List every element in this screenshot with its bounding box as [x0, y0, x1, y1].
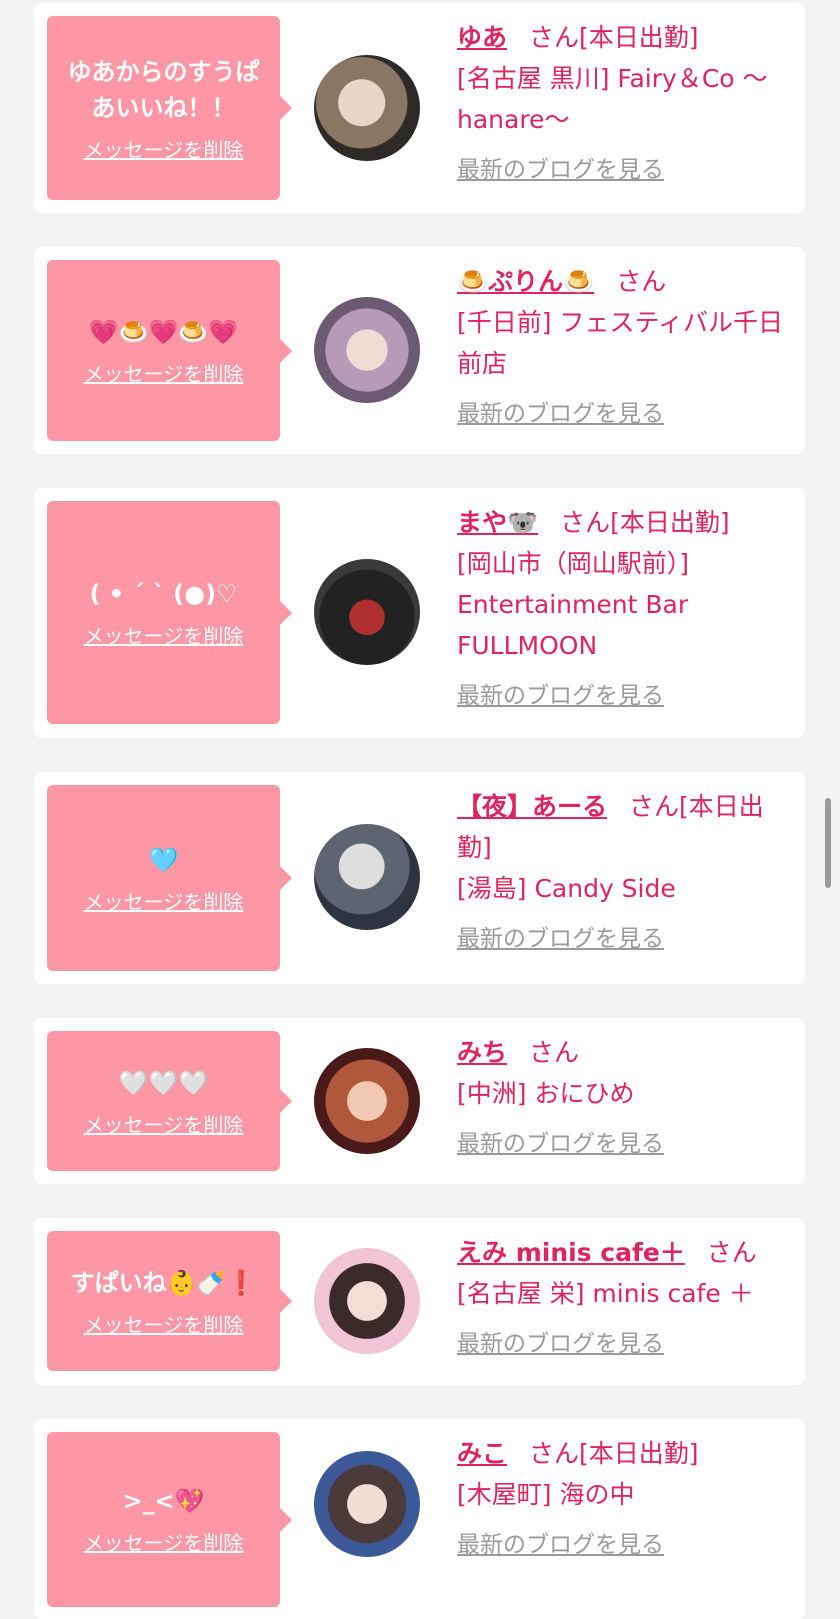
favorite-card: >_<💖 メッセージを削除 みこ さん[本日出勤] [木屋町] 海の中 最新のブロ…	[34, 1419, 805, 1619]
cast-name-link[interactable]: まや🐨	[457, 508, 538, 537]
cast-info: まや🐨 さん[本日出勤] [岡山市（岡山駅前）] Entertainment Ba…	[457, 502, 792, 717]
message-bubble: >_<💖 メッセージを削除	[47, 1432, 292, 1607]
avatar[interactable]	[314, 559, 420, 665]
shop-name: [千日前] フェスティバル千日前店	[457, 308, 783, 378]
cast-info: ゆあ さん[本日出勤] [名古屋 黒川] Fairy＆Co 〜hanare〜 最新…	[457, 17, 792, 191]
honorific: さん	[616, 267, 667, 296]
message-text: 🩵	[148, 845, 179, 874]
shop-name: [名古屋 栄] minis cafe ＋	[457, 1279, 754, 1308]
honorific: さん	[629, 792, 680, 821]
shop-name: [木屋町] 海の中	[457, 1480, 635, 1509]
favorite-card: ゆあからのすうぱあいいね！！ メッセージを削除 ゆあ さん[本日出勤] [名古屋 …	[34, 3, 805, 213]
favorite-card: 💗🍮💗🍮💗 メッセージを削除 🍮ぷりん🍮 さん [千日前] フェスティバル千日前店…	[34, 247, 805, 454]
latest-blog-link[interactable]: 最新のブログを見る	[457, 1124, 792, 1165]
delete-message-link[interactable]: メッセージを削除	[84, 134, 244, 163]
delete-message-link[interactable]: メッセージを削除	[84, 1309, 244, 1338]
favorite-card: 🤍🤍🤍 メッセージを削除 みち さん [中洲] おにひめ 最新のブログを見る	[34, 1018, 805, 1184]
cast-info: みち さん [中洲] おにひめ 最新のブログを見る	[457, 1032, 792, 1165]
status-badge: [本日出勤]	[610, 508, 730, 537]
cast-name-link[interactable]: 【夜】あーる	[457, 792, 607, 821]
message-text: ゆあからのすうぱあいいね！！	[67, 57, 260, 122]
cast-info: 【夜】あーる さん[本日出勤] [湯島] Candy Side 最新のブログを見る	[457, 786, 792, 960]
cast-info: みこ さん[本日出勤] [木屋町] 海の中 最新のブログを見る	[457, 1433, 792, 1566]
latest-blog-link[interactable]: 最新のブログを見る	[457, 676, 792, 717]
cast-info: えみ minis cafe＋ さん [名古屋 栄] minis cafe ＋ 最新…	[457, 1232, 792, 1365]
message-text: すぱいね👶🍼❗	[70, 1268, 257, 1297]
cast-info: 🍮ぷりん🍮 さん [千日前] フェスティバル千日前店 最新のブログを見る	[457, 261, 792, 435]
latest-blog-link[interactable]: 最新のブログを見る	[457, 919, 792, 960]
avatar[interactable]	[314, 55, 420, 161]
shop-name: [名古屋 黒川] Fairy＆Co 〜hanare〜	[457, 64, 768, 134]
honorific: さん	[560, 508, 611, 537]
shop-name: [中洲] おにひめ	[457, 1079, 635, 1108]
avatar[interactable]	[314, 1048, 420, 1154]
delete-message-link[interactable]: メッセージを削除	[84, 1109, 244, 1138]
honorific: さん	[529, 23, 580, 52]
message-bubble: 💗🍮💗🍮💗 メッセージを削除	[47, 260, 292, 441]
status-badge: [本日出勤]	[579, 1439, 699, 1468]
cast-name-link[interactable]: みち	[457, 1038, 507, 1067]
message-bubble: ゆあからのすうぱあいいね！！ メッセージを削除	[47, 16, 292, 200]
cast-name-link[interactable]: えみ minis cafe＋	[457, 1238, 685, 1267]
shop-name: [岡山市（岡山駅前）] Entertainment Bar FULLMOON	[457, 549, 690, 660]
message-text: 🤍🤍🤍	[118, 1068, 209, 1097]
avatar[interactable]	[314, 824, 420, 930]
message-bubble: 🤍🤍🤍 メッセージを削除	[47, 1031, 292, 1171]
honorific: さん	[529, 1038, 580, 1067]
favorite-card: すぱいね👶🍼❗ メッセージを削除 えみ minis cafe＋ さん [名古屋 栄…	[34, 1218, 805, 1385]
favorite-card: 🩵 メッセージを削除 【夜】あーる さん[本日出勤] [湯島] Candy Sid…	[34, 772, 805, 984]
message-text: >_<💖	[122, 1487, 205, 1515]
cast-name-link[interactable]: ゆあ	[457, 23, 507, 52]
latest-blog-link[interactable]: 最新のブログを見る	[457, 394, 792, 435]
delete-message-link[interactable]: メッセージを削除	[84, 886, 244, 915]
delete-message-link[interactable]: メッセージを削除	[84, 358, 244, 387]
favorite-card: ( • ´ ` (●)♡ メッセージを削除 まや🐨 さん[本日出勤] [岡山市（岡…	[34, 488, 805, 738]
cast-name-link[interactable]: みこ	[457, 1439, 507, 1468]
latest-blog-link[interactable]: 最新のブログを見る	[457, 1324, 792, 1365]
delete-message-link[interactable]: メッセージを削除	[84, 1527, 244, 1556]
avatar[interactable]	[314, 1451, 420, 1557]
delete-message-link[interactable]: メッセージを削除	[84, 620, 244, 649]
shop-name: [湯島] Candy Side	[457, 874, 676, 903]
avatar[interactable]	[314, 297, 420, 403]
message-bubble: すぱいね👶🍼❗ メッセージを削除	[47, 1231, 292, 1371]
latest-blog-link[interactable]: 最新のブログを見る	[457, 1525, 792, 1566]
honorific: さん	[529, 1439, 580, 1468]
message-text: 💗🍮💗🍮💗	[88, 318, 239, 346]
status-badge: [本日出勤]	[579, 23, 699, 52]
latest-blog-link[interactable]: 最新のブログを見る	[457, 150, 792, 191]
avatar[interactable]	[314, 1248, 420, 1354]
scrollbar[interactable]	[825, 798, 831, 888]
cast-name-link[interactable]: 🍮ぷりん🍮	[457, 267, 594, 296]
message-bubble: ( • ´ ` (●)♡ メッセージを削除	[47, 501, 292, 724]
honorific: さん	[706, 1238, 757, 1267]
message-bubble: 🩵 メッセージを削除	[47, 785, 292, 971]
message-text: ( • ´ ` (●)♡	[89, 580, 238, 608]
